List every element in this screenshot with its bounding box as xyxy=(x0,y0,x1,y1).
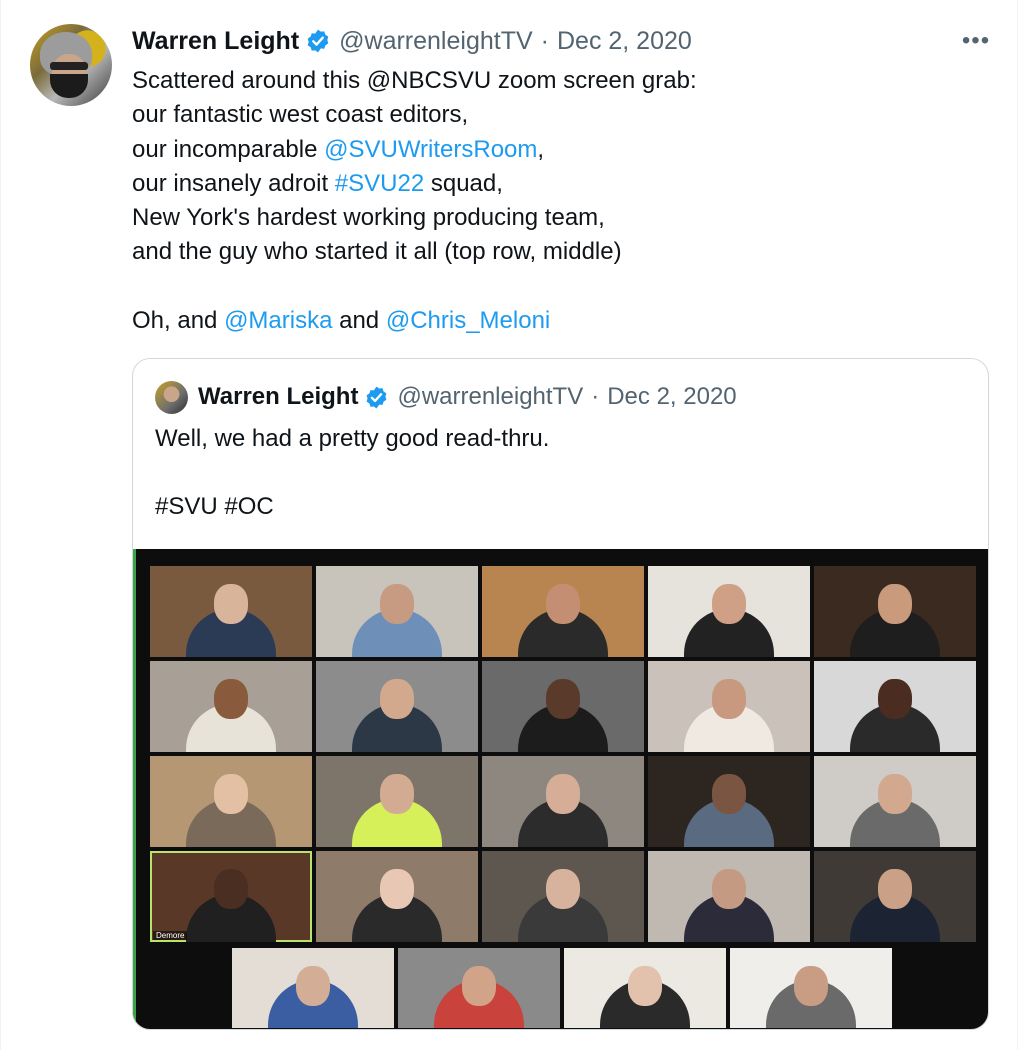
tweet-text-line: Oh, and @Mariska and @Chris_Meloni xyxy=(132,304,992,338)
zoom-participant-tile xyxy=(648,566,810,657)
tweet-text-line: Scattered around this @NBCSVU zoom scree… xyxy=(132,64,992,98)
hashtag-link[interactable]: #SVU22 xyxy=(335,170,424,197)
tweet-text-line: our fantastic west coast editors, xyxy=(132,98,992,132)
text-segment: and xyxy=(332,307,386,335)
tweet-text-line: our insanely adroit #SVU22 squad, xyxy=(132,167,992,201)
zoom-participant-tile xyxy=(564,948,726,1028)
tweet: Warren Leight @warrenleightTV · Dec 2, 2… xyxy=(0,0,1018,1050)
quoted-author-avatar xyxy=(155,380,188,414)
quoted-author-handle: @warrenleightTV xyxy=(397,383,584,410)
text-segment: and the guy who started it all (top row,… xyxy=(132,238,622,266)
verified-badge-icon xyxy=(307,29,329,53)
zoom-participant-tile xyxy=(150,566,312,657)
text-segment: our fantastic west coast editors, xyxy=(132,101,469,129)
zoom-participant-tile xyxy=(730,948,892,1028)
separator-dot: · xyxy=(540,26,549,55)
tweet-text-line: and the guy who started it all (top row,… xyxy=(132,235,992,269)
separator-dot: · xyxy=(591,383,600,410)
text-segment: our incomparable xyxy=(132,135,325,163)
text-segment: Oh, and xyxy=(132,307,225,335)
tweet-text-line: our incomparable @SVUWritersRoom, xyxy=(132,133,992,167)
zoom-participant-tile xyxy=(150,661,312,752)
quoted-text-line: Well, we had a pretty good read-thru. xyxy=(155,425,550,452)
quoted-author-name: Warren Leight xyxy=(198,383,359,410)
quoted-tweet-header: Warren Leight @warrenleightTV · Dec 2, 2… xyxy=(155,379,737,415)
quoted-tweet-date: Dec 2, 2020 xyxy=(607,383,737,410)
text-segment: squad, xyxy=(424,169,503,197)
text-segment: our insanely adroit xyxy=(132,169,335,197)
tweet-text-line xyxy=(132,270,992,304)
zoom-participant-tile xyxy=(482,661,644,752)
zoom-participant-tile xyxy=(482,566,644,657)
mention-link[interactable]: @Chris_Meloni xyxy=(386,307,550,334)
zoom-participant-tile xyxy=(482,756,644,847)
zoom-participant-tile xyxy=(316,756,478,847)
author-handle[interactable]: @warrenleightTV xyxy=(339,27,533,56)
zoom-sidebar-strip xyxy=(133,549,136,1029)
zoom-participant-tile xyxy=(316,851,478,942)
zoom-participant-tile xyxy=(232,948,394,1028)
zoom-participant-tile xyxy=(648,851,810,942)
zoom-participant-tile xyxy=(814,851,976,942)
text-segment: Scattered around this @NBCSVU zoom scree… xyxy=(132,67,697,94)
zoom-participant-tile xyxy=(814,661,976,752)
zoom-participant-tile xyxy=(482,851,644,942)
mention-link[interactable]: @SVUWritersRoom xyxy=(324,136,537,163)
mention-link[interactable]: @Mariska xyxy=(224,307,332,334)
quoted-text-line: #SVU #OC xyxy=(155,493,274,520)
zoom-participant-tile xyxy=(150,756,312,847)
author-avatar[interactable] xyxy=(30,24,112,106)
verified-badge-icon xyxy=(367,386,387,408)
quoted-tweet-text: Well, we had a pretty good read-thru. #S… xyxy=(155,422,549,524)
tweet-text-line: New York's hardest working producing tea… xyxy=(132,201,992,235)
zoom-participant-tile xyxy=(648,756,810,847)
zoom-participant-tile xyxy=(316,661,478,752)
more-options-icon[interactable]: ••• xyxy=(956,26,996,56)
tweet-header: Warren Leight @warrenleightTV · Dec 2, 2… xyxy=(132,24,692,58)
text-segment: New York's hardest working producing tea… xyxy=(132,204,605,232)
zoom-participant-tile xyxy=(814,566,976,657)
tweet-date[interactable]: Dec 2, 2020 xyxy=(557,27,692,56)
author-name[interactable]: Warren Leight xyxy=(132,27,299,56)
zoom-participant-tile xyxy=(316,566,478,657)
participant-name-label: Demore xyxy=(153,931,188,940)
tweet-text: Scattered around this @NBCSVU zoom scree… xyxy=(132,64,992,338)
zoom-participant-tile: Demore xyxy=(150,851,312,942)
quoted-tweet[interactable]: Warren Leight @warrenleightTV · Dec 2, 2… xyxy=(132,358,989,1030)
zoom-participant-tile xyxy=(648,661,810,752)
zoom-screenshot-image[interactable]: Demore xyxy=(133,549,988,1029)
quoted-text-line xyxy=(155,456,549,490)
text-segment: , xyxy=(537,135,545,163)
zoom-participant-tile xyxy=(814,756,976,847)
zoom-participant-tile xyxy=(398,948,560,1028)
